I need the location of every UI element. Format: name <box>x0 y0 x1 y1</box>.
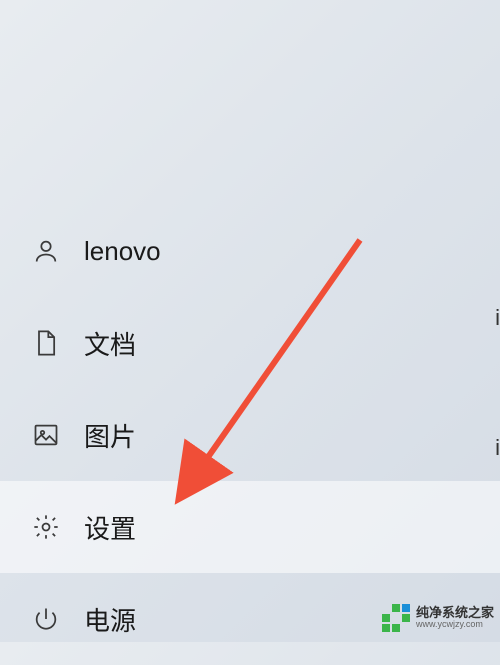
documents-item[interactable]: 文档 <box>0 297 500 389</box>
pictures-label: 图片 <box>84 417 136 454</box>
user-account-item[interactable]: lenovo <box>0 205 500 297</box>
settings-item[interactable]: 设置 <box>0 481 500 573</box>
picture-icon <box>30 419 62 451</box>
start-menu-panel: lenovo 文档 图片 设置 电源 <box>0 0 500 642</box>
document-icon <box>30 327 62 359</box>
power-icon <box>30 603 62 635</box>
watermark-logo-icon <box>382 604 410 632</box>
watermark-url: www.ycwjzy.com <box>416 620 494 630</box>
watermark-title: 纯净系统之家 <box>416 606 494 620</box>
start-menu-items: lenovo 文档 图片 设置 电源 <box>0 205 500 665</box>
edge-fragment: i <box>495 300 500 335</box>
pictures-item[interactable]: 图片 <box>0 389 500 481</box>
documents-label: 文档 <box>84 325 136 362</box>
power-label: 电源 <box>84 601 136 638</box>
watermark-text: 纯净系统之家 www.ycwjzy.com <box>416 606 494 630</box>
settings-label: 设置 <box>84 509 136 546</box>
watermark: 纯净系统之家 www.ycwjzy.com <box>382 604 494 632</box>
gear-icon <box>30 511 62 543</box>
edge-fragment: i <box>495 430 500 465</box>
user-label: lenovo <box>84 236 161 267</box>
person-icon <box>30 235 62 267</box>
